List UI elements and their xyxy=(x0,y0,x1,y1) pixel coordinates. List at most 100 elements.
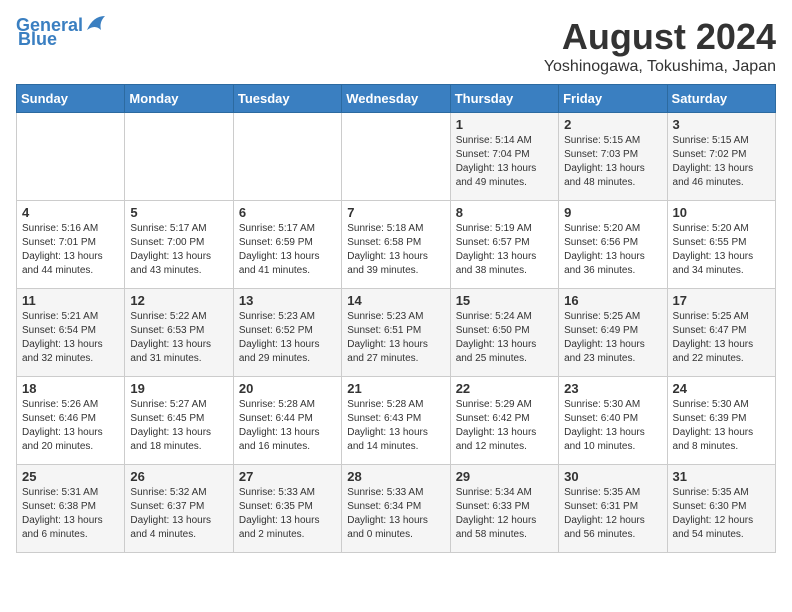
calendar-week-row: 4Sunrise: 5:16 AM Sunset: 7:01 PM Daylig… xyxy=(17,201,776,289)
table-row: 23 Sunrise: 5:30 AM Sunset: 6:40 PM Dayli… xyxy=(559,377,667,465)
header-monday: Monday xyxy=(125,85,233,113)
day-detail: Sunrise: 5:15 AM Sunset: 7:03 PM Dayligh… xyxy=(564,134,661,190)
day-number: 22 xyxy=(456,381,553,396)
day-detail: Sunrise: 5:34 AM Sunset: 6:33 PM Dayligh… xyxy=(456,486,553,542)
day-detail: Sunrise: 5:35 AM Sunset: 6:30 PM Dayligh… xyxy=(673,486,770,542)
table-row: 22 Sunrise: 5:29 AM Sunset: 6:42 PM Dayli… xyxy=(450,377,558,465)
day-detail: Sunrise: 5:29 AM Sunset: 6:42 PM Dayligh… xyxy=(456,398,553,454)
day-number: 4 xyxy=(22,205,119,220)
title-block: August 2024 Yoshinogawa, Tokushima, Japa… xyxy=(544,16,776,76)
table-row: 30Sunrise: 5:35 AM Sunset: 6:31 PM Dayli… xyxy=(559,465,667,553)
day-detail: Sunrise: 5:15 AM Sunset: 7:02 PM Dayligh… xyxy=(673,134,770,190)
day-detail: Sunrise: 5:31 AM Sunset: 6:38 PM Dayligh… xyxy=(22,486,119,542)
day-number: 9 xyxy=(564,205,661,220)
day-detail: Sunrise: 5:26 AM Sunset: 6:46 PM Dayligh… xyxy=(22,398,119,454)
day-detail: Sunrise: 5:22 AM Sunset: 6:53 PM Dayligh… xyxy=(130,310,227,366)
day-detail: Sunrise: 5:25 AM Sunset: 6:47 PM Dayligh… xyxy=(673,310,770,366)
day-detail: Sunrise: 5:33 AM Sunset: 6:35 PM Dayligh… xyxy=(239,486,336,542)
day-detail: Sunrise: 5:18 AM Sunset: 6:58 PM Dayligh… xyxy=(347,222,444,278)
table-row xyxy=(125,113,233,201)
day-detail: Sunrise: 5:27 AM Sunset: 6:45 PM Dayligh… xyxy=(130,398,227,454)
table-row: 28 Sunrise: 5:33 AM Sunset: 6:34 PM Dayli… xyxy=(342,465,450,553)
day-number: 25 xyxy=(22,469,119,484)
table-row: 29 Sunrise: 5:34 AM Sunset: 6:33 PM Dayli… xyxy=(450,465,558,553)
table-row: 2 Sunrise: 5:15 AM Sunset: 7:03 PM Daylig… xyxy=(559,113,667,201)
header-saturday: Saturday xyxy=(667,85,775,113)
day-number: 5 xyxy=(130,205,227,220)
table-row: 19Sunrise: 5:27 AM Sunset: 6:45 PM Dayli… xyxy=(125,377,233,465)
day-detail: Sunrise: 5:24 AM Sunset: 6:50 PM Dayligh… xyxy=(456,310,553,366)
table-row: 9 Sunrise: 5:20 AM Sunset: 6:56 PM Daylig… xyxy=(559,201,667,289)
table-row: 26 Sunrise: 5:32 AM Sunset: 6:37 PM Dayli… xyxy=(125,465,233,553)
day-detail: Sunrise: 5:30 AM Sunset: 6:39 PM Dayligh… xyxy=(673,398,770,454)
table-row: 11 Sunrise: 5:21 AM Sunset: 6:54 PM Dayli… xyxy=(17,289,125,377)
day-detail: Sunrise: 5:30 AM Sunset: 6:40 PM Dayligh… xyxy=(564,398,661,454)
table-row: 27 Sunrise: 5:33 AM Sunset: 6:35 PM Dayli… xyxy=(233,465,341,553)
header-tuesday: Tuesday xyxy=(233,85,341,113)
logo-blue-text: Blue xyxy=(18,29,57,49)
table-row: 4Sunrise: 5:16 AM Sunset: 7:01 PM Daylig… xyxy=(17,201,125,289)
day-number: 14 xyxy=(347,293,444,308)
day-number: 18 xyxy=(22,381,119,396)
day-number: 29 xyxy=(456,469,553,484)
table-row: 31 Sunrise: 5:35 AM Sunset: 6:30 PM Dayli… xyxy=(667,465,775,553)
table-row: 5 Sunrise: 5:17 AM Sunset: 7:00 PM Daylig… xyxy=(125,201,233,289)
day-detail: Sunrise: 5:23 AM Sunset: 6:52 PM Dayligh… xyxy=(239,310,336,366)
table-row: 13 Sunrise: 5:23 AM Sunset: 6:52 PM Dayli… xyxy=(233,289,341,377)
calendar-subtitle: Yoshinogawa, Tokushima, Japan xyxy=(544,58,776,76)
header-wednesday: Wednesday xyxy=(342,85,450,113)
calendar-week-row: 11 Sunrise: 5:21 AM Sunset: 6:54 PM Dayli… xyxy=(17,289,776,377)
day-number: 26 xyxy=(130,469,227,484)
day-detail: Sunrise: 5:28 AM Sunset: 6:44 PM Dayligh… xyxy=(239,398,336,454)
day-detail: Sunrise: 5:25 AM Sunset: 6:49 PM Dayligh… xyxy=(564,310,661,366)
calendar-week-row: 25 Sunrise: 5:31 AM Sunset: 6:38 PM Dayli… xyxy=(17,465,776,553)
day-number: 3 xyxy=(673,117,770,132)
table-row: 10Sunrise: 5:20 AM Sunset: 6:55 PM Dayli… xyxy=(667,201,775,289)
header-friday: Friday xyxy=(559,85,667,113)
table-row: 25 Sunrise: 5:31 AM Sunset: 6:38 PM Dayli… xyxy=(17,465,125,553)
day-detail: Sunrise: 5:23 AM Sunset: 6:51 PM Dayligh… xyxy=(347,310,444,366)
day-number: 2 xyxy=(564,117,661,132)
day-detail: Sunrise: 5:20 AM Sunset: 6:56 PM Dayligh… xyxy=(564,222,661,278)
day-detail: Sunrise: 5:19 AM Sunset: 6:57 PM Dayligh… xyxy=(456,222,553,278)
day-number: 8 xyxy=(456,205,553,220)
day-detail: Sunrise: 5:33 AM Sunset: 6:34 PM Dayligh… xyxy=(347,486,444,542)
table-row: 7Sunrise: 5:18 AM Sunset: 6:58 PM Daylig… xyxy=(342,201,450,289)
day-number: 17 xyxy=(673,293,770,308)
table-row: 14 Sunrise: 5:23 AM Sunset: 6:51 PM Dayli… xyxy=(342,289,450,377)
day-detail: Sunrise: 5:28 AM Sunset: 6:43 PM Dayligh… xyxy=(347,398,444,454)
day-detail: Sunrise: 5:17 AM Sunset: 7:00 PM Dayligh… xyxy=(130,222,227,278)
day-detail: Sunrise: 5:17 AM Sunset: 6:59 PM Dayligh… xyxy=(239,222,336,278)
table-row: 1Sunrise: 5:14 AM Sunset: 7:04 PM Daylig… xyxy=(450,113,558,201)
table-row: 20 Sunrise: 5:28 AM Sunset: 6:44 PM Dayli… xyxy=(233,377,341,465)
day-number: 11 xyxy=(22,293,119,308)
day-number: 12 xyxy=(130,293,227,308)
day-detail: Sunrise: 5:20 AM Sunset: 6:55 PM Dayligh… xyxy=(673,222,770,278)
table-row xyxy=(342,113,450,201)
day-number: 13 xyxy=(239,293,336,308)
logo: General Blue xyxy=(16,16,107,50)
day-detail: Sunrise: 5:21 AM Sunset: 6:54 PM Dayligh… xyxy=(22,310,119,366)
day-number: 23 xyxy=(564,381,661,396)
calendar-week-row: 1Sunrise: 5:14 AM Sunset: 7:04 PM Daylig… xyxy=(17,113,776,201)
table-row xyxy=(233,113,341,201)
calendar-header-row: Sunday Monday Tuesday Wednesday Thursday… xyxy=(17,85,776,113)
table-row: 6Sunrise: 5:17 AM Sunset: 6:59 PM Daylig… xyxy=(233,201,341,289)
day-number: 27 xyxy=(239,469,336,484)
calendar-week-row: 18 Sunrise: 5:26 AM Sunset: 6:46 PM Dayli… xyxy=(17,377,776,465)
day-number: 31 xyxy=(673,469,770,484)
table-row: 18 Sunrise: 5:26 AM Sunset: 6:46 PM Dayli… xyxy=(17,377,125,465)
table-row: 15Sunrise: 5:24 AM Sunset: 6:50 PM Dayli… xyxy=(450,289,558,377)
header-sunday: Sunday xyxy=(17,85,125,113)
day-number: 20 xyxy=(239,381,336,396)
logo-wing-icon xyxy=(85,14,107,32)
table-row: 16Sunrise: 5:25 AM Sunset: 6:49 PM Dayli… xyxy=(559,289,667,377)
table-row: 24 Sunrise: 5:30 AM Sunset: 6:39 PM Dayli… xyxy=(667,377,775,465)
day-number: 28 xyxy=(347,469,444,484)
table-row xyxy=(17,113,125,201)
day-detail: Sunrise: 5:32 AM Sunset: 6:37 PM Dayligh… xyxy=(130,486,227,542)
calendar-table: Sunday Monday Tuesday Wednesday Thursday… xyxy=(16,84,776,553)
day-number: 24 xyxy=(673,381,770,396)
page-header: General Blue August 2024 Yoshinogawa, To… xyxy=(16,16,776,76)
table-row: 3 Sunrise: 5:15 AM Sunset: 7:02 PM Daylig… xyxy=(667,113,775,201)
